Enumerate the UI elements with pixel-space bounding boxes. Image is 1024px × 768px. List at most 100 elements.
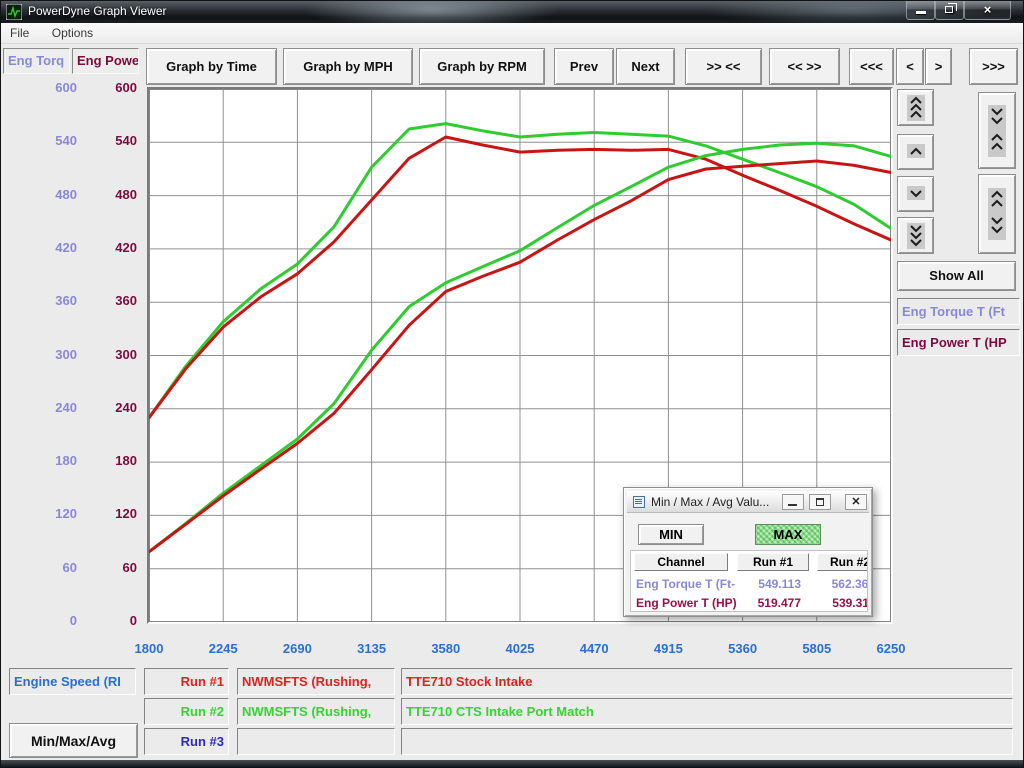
toolbar-button-nav[interactable]: >>> bbox=[969, 48, 1018, 85]
maximize-icon bbox=[816, 498, 824, 506]
minimize-icon bbox=[916, 11, 926, 14]
dialog-icon bbox=[633, 496, 645, 508]
toolbar-button-nav[interactable]: > bbox=[925, 48, 952, 85]
minimize-icon bbox=[788, 504, 797, 506]
x-tick-3135: 3135 bbox=[342, 641, 402, 656]
menu-file[interactable]: File bbox=[1, 23, 38, 43]
window-bottom-border bbox=[1, 760, 1023, 767]
close-button[interactable]: × bbox=[964, 1, 1011, 20]
engine-speed-channel-box[interactable]: Engine Speed (RI bbox=[9, 668, 136, 695]
y-tick-torque-60: 60 bbox=[31, 560, 77, 575]
y-tick-torque-420: 420 bbox=[31, 240, 77, 255]
run-dyno-1[interactable]: NWMSFTS (Rushing, bbox=[237, 668, 395, 695]
minmax-table: Channel Run #1 Run #2 Eng Torque T (Ft- … bbox=[630, 550, 868, 612]
y-tick-power-300: 300 bbox=[91, 347, 137, 362]
minimize-button[interactable] bbox=[906, 1, 935, 20]
toolbar-button-next[interactable]: Next bbox=[616, 48, 675, 85]
chevron-down-icon bbox=[907, 186, 925, 200]
toolbar-button-nav[interactable]: <<< bbox=[849, 48, 894, 85]
scale-down-fast-button[interactable] bbox=[897, 217, 934, 254]
chevron-triple-down-icon bbox=[907, 223, 925, 249]
table-cell-value: 562.362 bbox=[817, 577, 868, 591]
expand-scale-button[interactable] bbox=[978, 174, 1016, 254]
dialog-minimize-button[interactable] bbox=[782, 494, 804, 510]
minmax-dialog-titlebar[interactable]: Min / Max / Avg Valu... ✕ bbox=[627, 491, 869, 513]
powerdyne-window: PowerDyne Graph Viewer × File Options En… bbox=[0, 0, 1024, 768]
run-label-1[interactable]: Run #1 bbox=[144, 668, 229, 695]
table-cell-channel: Eng Power T (HP) bbox=[636, 596, 737, 610]
y-tick-power-60: 60 bbox=[91, 560, 137, 575]
table-cell-value: 539.311 bbox=[817, 596, 868, 610]
table-cell-value: 519.477 bbox=[739, 596, 801, 610]
dialog-close-button[interactable]: ✕ bbox=[845, 494, 867, 510]
scale-up-fast-button[interactable] bbox=[897, 89, 934, 126]
minmax-dialog[interactable]: Min / Max / Avg Valu... ✕ MIN MAX Channe… bbox=[623, 487, 873, 617]
y-tick-torque-0: 0 bbox=[31, 613, 77, 628]
chevron-up-icon bbox=[907, 144, 925, 158]
scale-up-button[interactable] bbox=[897, 134, 934, 170]
collapse-scale-button[interactable] bbox=[978, 92, 1016, 169]
x-tick-2690: 2690 bbox=[267, 641, 327, 656]
close-icon: ✕ bbox=[851, 496, 860, 508]
x-tick-4025: 4025 bbox=[490, 641, 550, 656]
torque-channel-label[interactable]: Eng Torque T (Ft bbox=[897, 298, 1020, 325]
restore-icon bbox=[945, 6, 953, 13]
run-label-2[interactable]: Run #2 bbox=[144, 698, 229, 725]
y-tick-torque-600: 600 bbox=[31, 80, 77, 95]
x-tick-6250: 6250 bbox=[861, 641, 921, 656]
run-desc-3[interactable] bbox=[401, 728, 1013, 755]
dialog-title: Min / Max / Avg Valu... bbox=[651, 495, 769, 509]
x-tick-5805: 5805 bbox=[787, 641, 847, 656]
aero-glass-highlight bbox=[301, 1, 561, 23]
x-tick-1800: 1800 bbox=[119, 641, 179, 656]
toolbar-button-graph-by-mph[interactable]: Graph by MPH bbox=[283, 48, 413, 85]
expand-vertical-icon bbox=[988, 188, 1006, 240]
toolbar-button-nav[interactable]: << >> bbox=[769, 48, 840, 85]
y-tick-power-420: 420 bbox=[91, 240, 137, 255]
run-label-3[interactable]: Run #3 bbox=[144, 728, 229, 755]
y-tick-torque-120: 120 bbox=[31, 506, 77, 521]
y-tick-torque-360: 360 bbox=[31, 293, 77, 308]
y-tick-torque-240: 240 bbox=[31, 400, 77, 415]
dialog-maximize-button[interactable] bbox=[809, 494, 831, 510]
toolbar-button-nav[interactable]: < bbox=[896, 48, 924, 85]
toolbar-button-graph-by-rpm[interactable]: Graph by RPM bbox=[419, 48, 545, 85]
y-tick-power-120: 120 bbox=[91, 506, 137, 521]
table-cell-value: 549.113 bbox=[739, 577, 801, 591]
power-channel-label[interactable]: Eng Power T (HP bbox=[897, 329, 1020, 356]
x-tick-4915: 4915 bbox=[638, 641, 698, 656]
column-header-channel[interactable]: Channel bbox=[634, 553, 728, 571]
chevron-triple-up-icon bbox=[907, 95, 925, 121]
y-tick-power-480: 480 bbox=[91, 187, 137, 202]
channel-button-eng-torque[interactable]: Eng Torq bbox=[3, 48, 70, 74]
y-tick-torque-540: 540 bbox=[31, 133, 77, 148]
toolbar-button-prev[interactable]: Prev bbox=[554, 48, 614, 85]
x-tick-3580: 3580 bbox=[416, 641, 476, 656]
minmax-avg-button[interactable]: Min/Max/Avg bbox=[9, 723, 138, 758]
x-tick-2245: 2245 bbox=[193, 641, 253, 656]
toolbar-button-nav[interactable]: >> << bbox=[685, 48, 762, 85]
run-dyno-3[interactable] bbox=[237, 728, 395, 755]
menu-options[interactable]: Options bbox=[43, 23, 102, 43]
y-tick-torque-180: 180 bbox=[31, 453, 77, 468]
min-toggle-button[interactable]: MIN bbox=[638, 524, 704, 545]
y-tick-power-600: 600 bbox=[91, 80, 137, 95]
run-desc-2[interactable]: TTE710 CTS Intake Port Match bbox=[401, 698, 1013, 725]
max-toggle-button[interactable]: MAX bbox=[755, 524, 821, 545]
restore-button[interactable] bbox=[935, 1, 964, 20]
column-header-run1[interactable]: Run #1 bbox=[737, 553, 809, 571]
collapse-vertical-icon bbox=[988, 105, 1006, 157]
channel-button-eng-power[interactable]: Eng Powe bbox=[72, 48, 139, 74]
column-header-run2[interactable]: Run #2 bbox=[817, 553, 868, 571]
y-tick-power-360: 360 bbox=[91, 293, 137, 308]
y-tick-power-240: 240 bbox=[91, 400, 137, 415]
x-tick-5360: 5360 bbox=[713, 641, 773, 656]
y-tick-power-180: 180 bbox=[91, 453, 137, 468]
toolbar-button-graph-by-time[interactable]: Graph by Time bbox=[146, 48, 277, 85]
y-tick-torque-300: 300 bbox=[31, 347, 77, 362]
run-desc-1[interactable]: TTE710 Stock Intake bbox=[401, 668, 1013, 695]
scale-down-button[interactable] bbox=[897, 176, 934, 212]
run-dyno-2[interactable]: NWMSFTS (Rushing, bbox=[237, 698, 395, 725]
show-all-button[interactable]: Show All bbox=[897, 261, 1016, 291]
titlebar[interactable]: PowerDyne Graph Viewer × bbox=[1, 1, 1023, 23]
